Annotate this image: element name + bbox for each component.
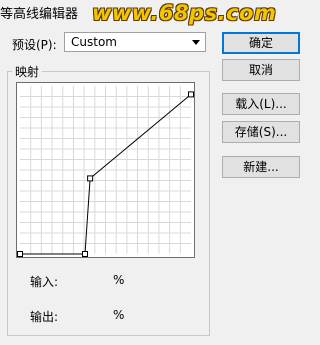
curve-point[interactable] (17, 251, 23, 257)
output-label: 输出: (30, 310, 59, 324)
curve-editor[interactable] (16, 82, 195, 258)
curve-point[interactable] (81, 251, 88, 257)
ok-button[interactable]: 确定 (222, 32, 300, 54)
input-label: 输入: (30, 275, 59, 289)
cancel-button[interactable]: 取消 (222, 59, 300, 81)
curve-point[interactable] (188, 91, 194, 98)
preset-value: Custom (71, 35, 117, 49)
watermark: www.68ps.com (92, 1, 277, 25)
mapping-label: 映射 (12, 63, 43, 80)
curve-grid (20, 86, 191, 254)
curve-point[interactable] (87, 175, 94, 182)
load-button[interactable]: 载入(L)... (222, 93, 300, 115)
preset-label: 预设(P): (12, 38, 57, 52)
chevron-down-icon (192, 40, 200, 45)
curve-graph[interactable] (17, 83, 194, 257)
window-title: 等高线编辑器 (0, 7, 79, 22)
new-button[interactable]: 新建... (222, 156, 300, 178)
save-button[interactable]: 存储(S)... (222, 121, 300, 143)
output-value: % (113, 308, 125, 322)
preset-dropdown[interactable]: Custom (64, 32, 206, 52)
input-value: % (113, 273, 125, 287)
title-bar: 等高线编辑器 www.68ps.com (0, 0, 305, 26)
